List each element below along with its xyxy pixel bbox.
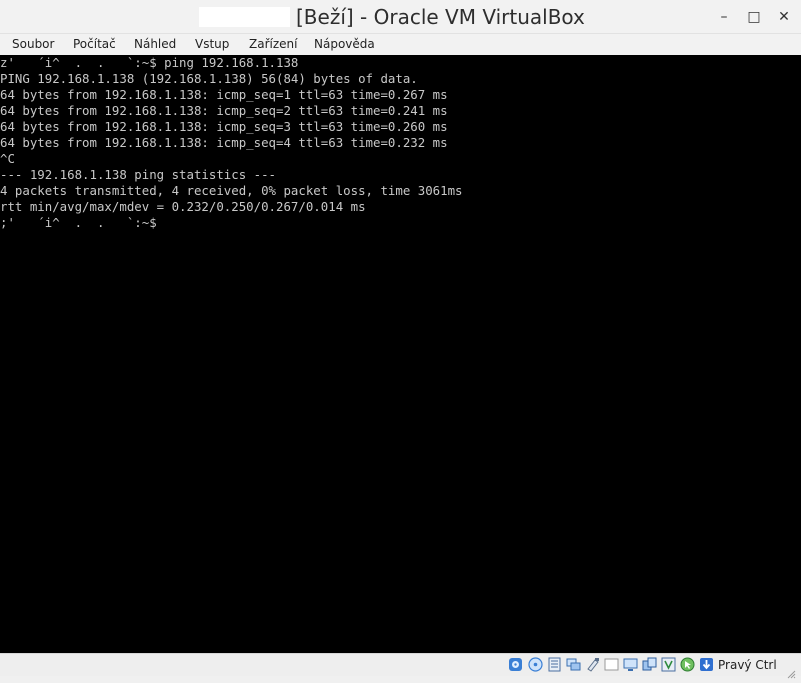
- terminal-line: ^C: [0, 151, 15, 166]
- network-icon[interactable]: [566, 657, 581, 672]
- optical-drive-icon[interactable]: [528, 657, 543, 672]
- display-icon[interactable]: [623, 657, 638, 672]
- host-key-label[interactable]: Pravý Ctrl: [718, 657, 777, 673]
- menu-pocitac[interactable]: Počítač: [73, 35, 116, 53]
- video-capture-icon[interactable]: [642, 657, 657, 672]
- terminal-line: 64 bytes from 192.168.1.138: icmp_seq=2 …: [0, 103, 448, 118]
- terminal-line: 64 bytes from 192.168.1.138: icmp_seq=3 …: [0, 119, 448, 134]
- menu-bar: Soubor Počítač Náhled Vstup Zařízení Náp…: [0, 34, 801, 55]
- keyboard-capture-icon[interactable]: [699, 657, 714, 672]
- menu-vstup[interactable]: Vstup: [195, 35, 229, 53]
- hard-disk-icon[interactable]: [508, 657, 523, 672]
- terminal-line: 4 packets transmitted, 4 received, 0% pa…: [0, 183, 463, 198]
- terminal-line: rtt min/avg/max/mdev = 0.232/0.250/0.267…: [0, 199, 366, 214]
- redacted-vm-name: [199, 7, 290, 27]
- window-title: [Beží] - Oracle VM VirtualBox: [296, 5, 585, 29]
- window-titlebar[interactable]: [Beží] - Oracle VM VirtualBox – □ ✕: [0, 0, 801, 34]
- audio-icon[interactable]: [547, 657, 562, 672]
- terminal-line: z' ´i^ . . `:~$ ping 192.168.1.138: [0, 55, 299, 70]
- menu-nahled[interactable]: Náhled: [134, 35, 176, 53]
- terminal-line: PING 192.168.1.138 (192.168.1.138) 56(84…: [0, 71, 418, 86]
- guest-screen[interactable]: z' ´i^ . . `:~$ ping 192.168.1.138 PING …: [0, 55, 801, 653]
- mouse-integration-icon[interactable]: [680, 657, 695, 672]
- maximize-button[interactable]: □: [743, 6, 765, 28]
- menu-napoveda[interactable]: Nápověda: [314, 35, 375, 53]
- menu-soubor[interactable]: Soubor: [12, 35, 54, 53]
- terminal-line: 64 bytes from 192.168.1.138: icmp_seq=4 …: [0, 135, 448, 150]
- menu-zarizeni[interactable]: Zařízení: [249, 35, 297, 53]
- shared-folders-icon[interactable]: [604, 657, 619, 672]
- close-button[interactable]: ✕: [773, 6, 795, 28]
- usb-icon[interactable]: [585, 657, 600, 672]
- resize-grip-icon[interactable]: [786, 664, 796, 679]
- terminal-prompt: ;' ´i^ . . `:~$: [0, 215, 157, 230]
- virtualization-icon[interactable]: [661, 657, 676, 672]
- minimize-button[interactable]: –: [713, 6, 735, 28]
- status-bar: Pravý Ctrl: [0, 653, 801, 679]
- terminal-line: --- 192.168.1.138 ping statistics ---: [0, 167, 277, 182]
- terminal-line: 64 bytes from 192.168.1.138: icmp_seq=1 …: [0, 87, 448, 102]
